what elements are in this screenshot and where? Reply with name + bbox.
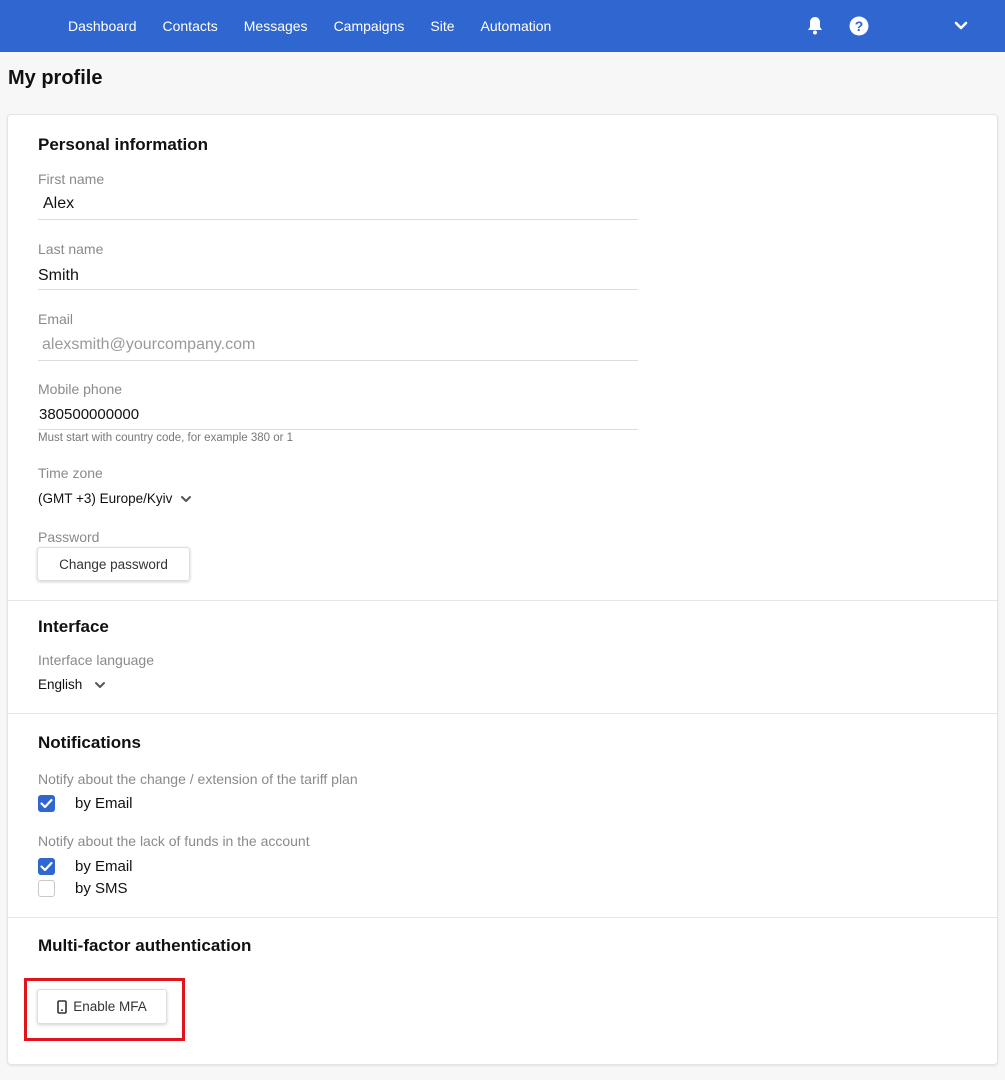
mobile-phone-hint: Must start with country code, for exampl… [38, 432, 294, 444]
tariff-notify-label: Notify about the change / extension of t… [38, 771, 358, 787]
main-nav: Dashboard Contacts Messages Campaigns Si… [68, 0, 577, 52]
change-password-button[interactable]: Change password [37, 547, 190, 581]
section-divider [8, 713, 997, 714]
mfa-title: Multi-factor authentication [38, 936, 252, 955]
mobile-phone-underline [38, 429, 638, 430]
interface-language-select[interactable]: English [38, 677, 106, 692]
funds-sms-label: by SMS [75, 880, 128, 897]
page-title: My profile [8, 67, 103, 89]
last-name-label: Last name [38, 241, 104, 257]
tariff-email-checkbox[interactable] [38, 795, 55, 812]
nav-messages[interactable]: Messages [244, 18, 308, 34]
first-name-label: First name [38, 171, 105, 187]
nav-contacts[interactable]: Contacts [163, 18, 218, 34]
check-icon [40, 861, 53, 872]
chevron-down-icon[interactable] [953, 19, 969, 33]
funds-sms-checkbox[interactable] [38, 880, 55, 897]
chevron-down-icon [95, 681, 106, 688]
funds-email-label: by Email [75, 858, 133, 875]
funds-notify-label: Notify about the lack of funds in the ac… [38, 833, 310, 849]
email-label: Email [38, 311, 74, 327]
personal-info-title: Personal information [38, 135, 209, 154]
check-icon [40, 798, 53, 809]
chevron-down-icon [181, 495, 192, 502]
interface-language-value: English [38, 677, 83, 692]
interface-title: Interface [38, 617, 109, 636]
last-name-field[interactable]: Smith [38, 267, 79, 285]
email-field: alexsmith@yourcompany.com [42, 336, 256, 353]
svg-text:?: ? [855, 18, 864, 34]
funds-email-option[interactable]: by Email [38, 858, 133, 875]
profile-card: Personal information First name Alex Las… [7, 114, 998, 1065]
time-zone-label: Time zone [38, 465, 103, 481]
nav-campaigns[interactable]: Campaigns [334, 18, 405, 34]
nav-site[interactable]: Site [430, 18, 454, 34]
tariff-email-option[interactable]: by Email [38, 795, 133, 812]
tariff-email-label: by Email [75, 795, 133, 812]
mobile-phone-label: Mobile phone [38, 381, 123, 397]
time-zone-value: (GMT +3) Europe/Kyiv [38, 491, 173, 506]
time-zone-select[interactable]: (GMT +3) Europe/Kyiv [38, 491, 192, 506]
top-navigation-bar: Dashboard Contacts Messages Campaigns Si… [0, 0, 1005, 52]
notifications-title: Notifications [38, 733, 141, 752]
first-name-underline [38, 219, 638, 220]
email-underline [38, 360, 638, 361]
funds-sms-option[interactable]: by SMS [38, 880, 128, 897]
bell-icon[interactable] [806, 16, 824, 36]
section-divider [8, 917, 997, 918]
interface-language-label: Interface language [38, 652, 154, 668]
funds-email-checkbox[interactable] [38, 858, 55, 875]
last-name-underline [38, 289, 638, 290]
section-divider [8, 600, 997, 601]
highlight-box [24, 978, 185, 1041]
nav-dashboard[interactable]: Dashboard [68, 18, 137, 34]
mobile-phone-field[interactable]: 380500000000 [39, 406, 139, 423]
first-name-field[interactable]: Alex [43, 195, 74, 213]
password-label: Password [38, 529, 100, 545]
nav-automation[interactable]: Automation [481, 18, 552, 34]
help-icon[interactable]: ? [849, 16, 869, 36]
